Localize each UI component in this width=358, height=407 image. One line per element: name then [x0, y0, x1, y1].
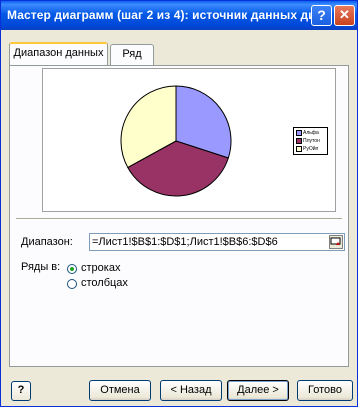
legend-swatch-icon [296, 146, 302, 152]
legend-label: РуОйп [303, 146, 319, 152]
chart-legend: Альфа Плутон РуОйп [293, 127, 328, 155]
range-input[interactable]: =Лист1!$B$1:$D$1;Лист1!$B$6:$D$6 [89, 233, 345, 251]
separator [16, 218, 342, 220]
rows-option-label[interactable]: строках [81, 262, 120, 274]
finish-button[interactable]: Готово [297, 380, 353, 401]
tab-data-range[interactable]: Диапазон данных [9, 42, 108, 65]
chart-preview: Альфа Плутон РуОйп [42, 68, 336, 212]
legend-item: Плутон [296, 137, 327, 145]
next-button[interactable]: Далее > [227, 380, 289, 401]
columns-radio[interactable] [67, 279, 77, 289]
window-title: Мастер диаграмм (шаг 2 из 4): источник д… [7, 8, 333, 22]
range-value: =Лист1!$B$1:$D$1;Лист1!$B$6:$D$6 [92, 236, 278, 248]
collapse-icon [330, 237, 341, 245]
collapse-dialog-button[interactable] [329, 235, 343, 249]
range-label: Диапазон: [21, 236, 73, 248]
legend-item: РуОйп [296, 145, 327, 153]
cancel-button[interactable]: Отмена [89, 380, 151, 401]
help-button[interactable]: ? [11, 381, 31, 401]
rows-radio[interactable] [67, 264, 77, 274]
pie-chart [120, 85, 232, 197]
series-in-label: Ряды в: [21, 261, 61, 273]
back-button[interactable]: < Назад [160, 380, 222, 401]
help-title-button[interactable]: ? [311, 5, 332, 26]
legend-swatch-icon [296, 138, 302, 144]
legend-swatch-icon [296, 130, 302, 136]
chart-wizard-dialog: Мастер диаграмм (шаг 2 из 4): источник д… [0, 0, 358, 407]
title-bar[interactable]: Мастер диаграмм (шаг 2 из 4): источник д… [1, 1, 357, 30]
legend-label: Альфа [303, 130, 319, 136]
tab-series[interactable]: Ряд [110, 44, 154, 65]
close-button[interactable]: ✕ [334, 5, 355, 26]
legend-item: Альфа [296, 129, 327, 137]
legend-label: Плутон [303, 138, 320, 144]
tab-panel: Альфа Плутон РуОйп [9, 65, 349, 367]
columns-option-label[interactable]: столбцах [81, 277, 128, 289]
